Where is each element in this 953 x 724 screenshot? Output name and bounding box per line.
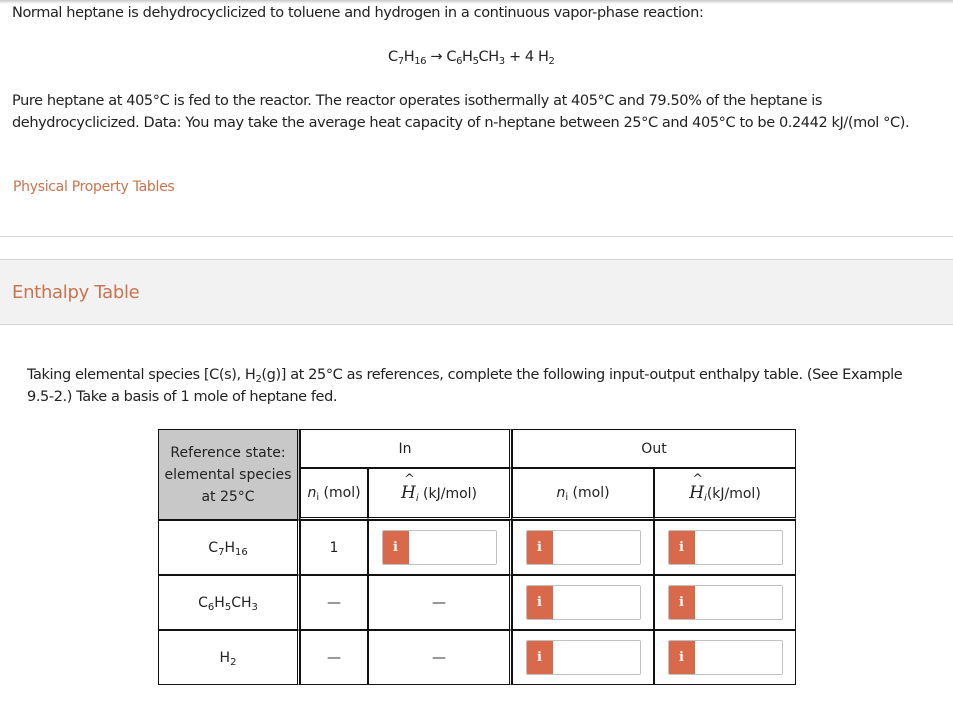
h-out-input-c7h16[interactable]: i bbox=[667, 530, 783, 565]
n-out-cell: i bbox=[512, 630, 654, 685]
n-out-field[interactable] bbox=[552, 531, 640, 564]
species-cell: C7H16 bbox=[158, 520, 300, 575]
info-icon[interactable]: i bbox=[526, 586, 553, 619]
h-in-value: — bbox=[368, 630, 512, 685]
problem-intro: Normal heptane is dehydrocyclicized to t… bbox=[12, 5, 704, 21]
h-in-header: Hi (kJ/mol) bbox=[368, 468, 512, 520]
info-icon[interactable]: i bbox=[382, 531, 409, 564]
info-icon[interactable]: i bbox=[668, 586, 695, 619]
info-icon[interactable]: i bbox=[526, 641, 553, 674]
out-header: Out bbox=[512, 429, 796, 468]
n-out-field[interactable] bbox=[552, 641, 640, 674]
n-out-field[interactable] bbox=[552, 586, 640, 619]
section-header: Enthalpy Table bbox=[0, 259, 953, 325]
h-out-input-h2[interactable]: i bbox=[667, 640, 783, 675]
h-out-field[interactable] bbox=[694, 531, 782, 564]
table-row: H2 — — i i bbox=[158, 630, 796, 685]
n-out-cell: i bbox=[512, 575, 654, 630]
n-out-header: ni (mol) bbox=[512, 468, 654, 520]
n-out-input-h2[interactable]: i bbox=[525, 640, 641, 675]
n-in-value: 1 bbox=[300, 520, 368, 575]
n-out-cell: i bbox=[512, 520, 654, 575]
n-in-header: ni (mol) bbox=[300, 468, 368, 520]
h-in-value: — bbox=[368, 575, 512, 630]
physical-property-tables-link[interactable]: Physical Property Tables bbox=[13, 179, 175, 195]
h-out-cell: i bbox=[654, 630, 796, 685]
table-row: C7H16 1 i i i bbox=[158, 520, 796, 575]
n-in-value: — bbox=[300, 630, 368, 685]
arrow-icon: → bbox=[430, 49, 443, 65]
reaction-equation: C7H16 → C6H5CH3 + 4 H2 bbox=[388, 49, 555, 67]
info-icon[interactable]: i bbox=[526, 531, 553, 564]
h-out-header: Hi(kJ/mol) bbox=[654, 468, 796, 520]
info-icon[interactable]: i bbox=[668, 531, 695, 564]
h-out-cell: i bbox=[654, 520, 796, 575]
info-icon[interactable]: i bbox=[668, 641, 695, 674]
n-out-input-c7h16[interactable]: i bbox=[525, 530, 641, 565]
n-out-input-toluene[interactable]: i bbox=[525, 585, 641, 620]
h-out-input-toluene[interactable]: i bbox=[667, 585, 783, 620]
enthalpy-table: Reference state: elemental species at 25… bbox=[158, 429, 796, 685]
table-row: C6H5CH3 — — i i bbox=[158, 575, 796, 630]
h-out-field[interactable] bbox=[694, 586, 782, 619]
species-cell: C6H5CH3 bbox=[158, 575, 300, 630]
h-in-field[interactable] bbox=[408, 531, 496, 564]
n-in-value: — bbox=[300, 575, 368, 630]
instructions: Taking elemental species [C(s), H2(g)] a… bbox=[27, 367, 903, 405]
h-in-cell: i bbox=[368, 520, 512, 575]
in-header: In bbox=[300, 429, 512, 468]
h-in-input-c7h16[interactable]: i bbox=[381, 530, 497, 565]
problem-paragraph: Pure heptane at 405°C is fed to the reac… bbox=[12, 93, 910, 131]
species-cell: H2 bbox=[158, 630, 300, 685]
divider bbox=[0, 236, 953, 237]
section-title: Enthalpy Table bbox=[12, 282, 140, 303]
h-out-field[interactable] bbox=[694, 641, 782, 674]
reference-state-header: Reference state: elemental species at 25… bbox=[158, 429, 300, 520]
h-out-cell: i bbox=[654, 575, 796, 630]
